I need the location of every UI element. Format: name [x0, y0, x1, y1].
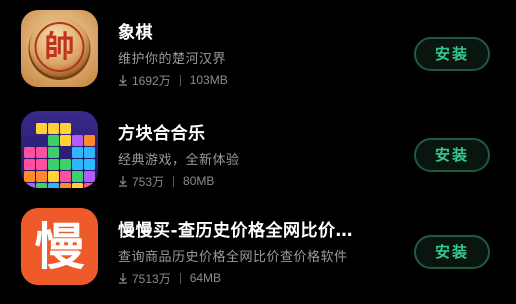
app-meta: 7513万 64MB [118, 270, 221, 286]
download-icon [119, 273, 127, 284]
app-meta: 753万 80MB [118, 173, 214, 189]
list-item[interactable]: 帥 象棋 维护你的楚河汉界 1692万 103MB 安装 [0, 6, 516, 102]
puzzle-block [84, 183, 95, 188]
puzzle-block [60, 183, 71, 188]
block-puzzle-icon[interactable] [21, 111, 98, 188]
manmanmai-glyph: 慢 [35, 218, 85, 276]
puzzle-block [36, 171, 47, 182]
download-count: 753万 [132, 174, 165, 189]
puzzle-block [24, 183, 35, 188]
puzzle-block [48, 135, 59, 146]
puzzle-block [84, 147, 95, 158]
puzzle-block [24, 147, 35, 158]
chinese-chess-icon[interactable]: 帥 [21, 10, 98, 87]
app-name: 象棋 [118, 23, 153, 43]
puzzle-block [84, 135, 95, 146]
puzzle-block [72, 135, 83, 146]
puzzle-block [36, 183, 47, 188]
puzzle-block [60, 171, 71, 182]
install-button[interactable]: 安装 [414, 138, 490, 172]
puzzle-block [72, 147, 83, 158]
puzzle-block [84, 159, 95, 170]
app-list: 帥 象棋 维护你的楚河汉界 1692万 103MB 安装 方块合合乐 经典游戏，… [0, 0, 516, 304]
puzzle-block [72, 171, 83, 182]
app-description: 维护你的楚河汉界 [118, 52, 227, 67]
puzzle-block [60, 159, 71, 170]
puzzle-block [36, 159, 47, 170]
puzzle-block [60, 123, 71, 134]
puzzle-block [36, 123, 47, 134]
list-item[interactable]: 慢 慢慢买-查历史价格全网比价… 查询商品历史价格全网比价查价格软件 7513万… [0, 204, 516, 300]
puzzle-block [24, 159, 35, 170]
app-size: 103MB [189, 73, 228, 87]
app-description: 查询商品历史价格全网比价查价格软件 [118, 250, 348, 265]
puzzle-block [72, 183, 83, 188]
download-count: 1692万 [132, 73, 171, 88]
puzzle-block [48, 123, 59, 134]
puzzle-block [48, 183, 59, 188]
install-button[interactable]: 安装 [414, 37, 490, 71]
app-name: 方块合合乐 [118, 124, 206, 144]
puzzle-block [36, 147, 47, 158]
puzzle-block [48, 171, 59, 182]
app-size: 64MB [189, 271, 222, 285]
download-icon [119, 176, 127, 187]
meta-divider [179, 74, 181, 86]
app-name: 慢慢买-查历史价格全网比价… [118, 221, 354, 241]
app-description: 经典游戏，全新体验 [118, 153, 240, 168]
puzzle-block [72, 159, 83, 170]
app-meta: 1692万 103MB [118, 72, 228, 88]
download-count: 7513万 [132, 271, 171, 286]
download-icon [119, 75, 127, 86]
puzzle-block [24, 171, 35, 182]
puzzle-block [84, 171, 95, 182]
meta-divider [173, 175, 175, 187]
install-button[interactable]: 安装 [414, 235, 490, 269]
meta-divider [179, 272, 181, 284]
app-size: 80MB [183, 174, 215, 188]
puzzle-block [48, 159, 59, 170]
puzzle-block [60, 135, 71, 146]
manmanmai-icon[interactable]: 慢 [21, 208, 98, 285]
puzzle-block [48, 147, 59, 158]
list-item[interactable]: 方块合合乐 经典游戏，全新体验 753万 80MB 安装 [0, 107, 516, 203]
chess-piece-glyph: 帥 [45, 30, 75, 65]
